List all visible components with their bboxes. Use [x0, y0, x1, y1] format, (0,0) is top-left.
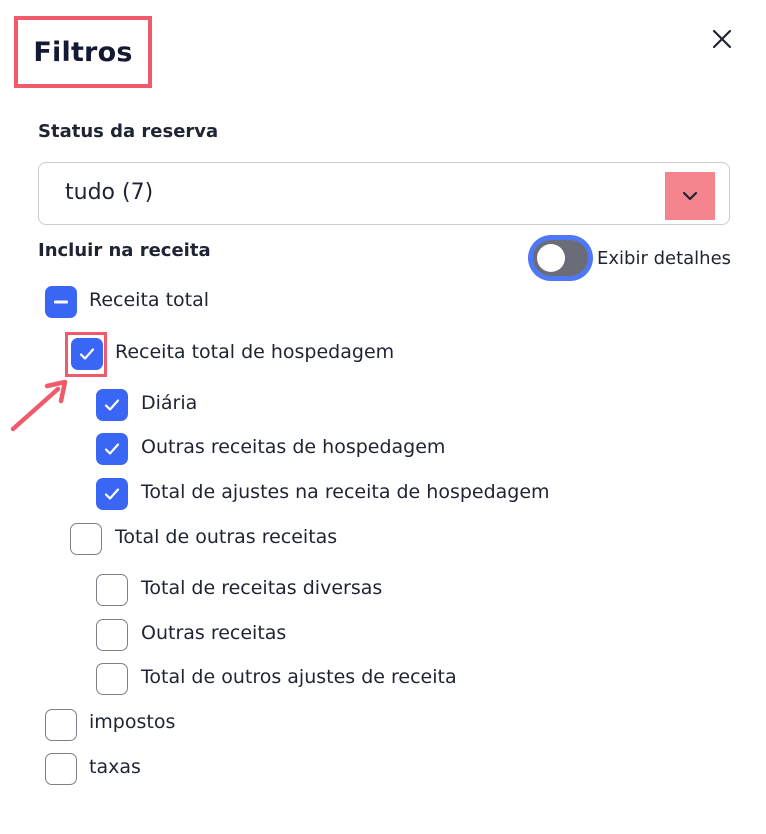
select-arrow-button[interactable]: [665, 172, 715, 220]
toggle-knob: [537, 244, 565, 272]
checkbox-diaria[interactable]: [96, 389, 128, 421]
title-highlight-box: Filtros: [14, 16, 152, 88]
checkbox-receita-total[interactable]: [45, 286, 77, 318]
close-icon: [712, 29, 732, 49]
label-impostos: impostos: [89, 711, 176, 733]
checkbox-taxas[interactable]: [45, 753, 77, 785]
checkbox-outros-ajustes[interactable]: [96, 663, 128, 695]
label-outros-ajustes: Total de outros ajustes de receita: [141, 666, 457, 688]
status-label: Status da reserva: [38, 121, 219, 142]
chevron-down-icon: [682, 191, 698, 201]
include-label: Incluir na receita: [38, 240, 211, 261]
label-receita-hospedagem: Receita total de hospedagem: [115, 341, 395, 363]
checkbox-highlight-box: [65, 332, 107, 377]
label-outras-receitas-total: Total de outras receitas: [115, 526, 338, 548]
dialog-title: Filtros: [33, 36, 133, 68]
check-icon: [104, 399, 120, 411]
check-icon: [104, 488, 120, 500]
toggle-track: [533, 240, 588, 276]
annotation-arrow-icon: [10, 379, 68, 432]
status-select-value: tudo (7): [65, 180, 154, 205]
status-select[interactable]: tudo (7): [38, 162, 730, 225]
checkbox-impostos[interactable]: [45, 709, 77, 741]
details-toggle-group: Exibir detalhes: [528, 235, 731, 281]
minus-icon: [54, 300, 68, 304]
close-button[interactable]: [707, 24, 737, 54]
label-receita-total: Receita total: [89, 289, 210, 311]
checkbox-ajustes-hospedagem[interactable]: [96, 478, 128, 510]
details-toggle-label: Exibir detalhes: [597, 247, 732, 269]
checkbox-receitas-diversas[interactable]: [96, 574, 128, 606]
details-toggle[interactable]: [528, 235, 593, 281]
label-receitas-diversas: Total de receitas diversas: [141, 577, 383, 599]
label-outras-hospedagem: Outras receitas de hospedagem: [141, 436, 446, 458]
checkbox-outras-receitas-total[interactable]: [70, 523, 102, 555]
label-diaria: Diária: [141, 392, 198, 414]
label-taxas: taxas: [89, 756, 141, 778]
label-ajustes-hospedagem: Total de ajustes na receita de hospedage…: [141, 481, 550, 503]
label-outras-receitas: Outras receitas: [141, 622, 287, 644]
checkbox-outras-receitas[interactable]: [96, 619, 128, 651]
check-icon: [104, 443, 120, 455]
checkbox-outras-hospedagem[interactable]: [96, 433, 128, 465]
